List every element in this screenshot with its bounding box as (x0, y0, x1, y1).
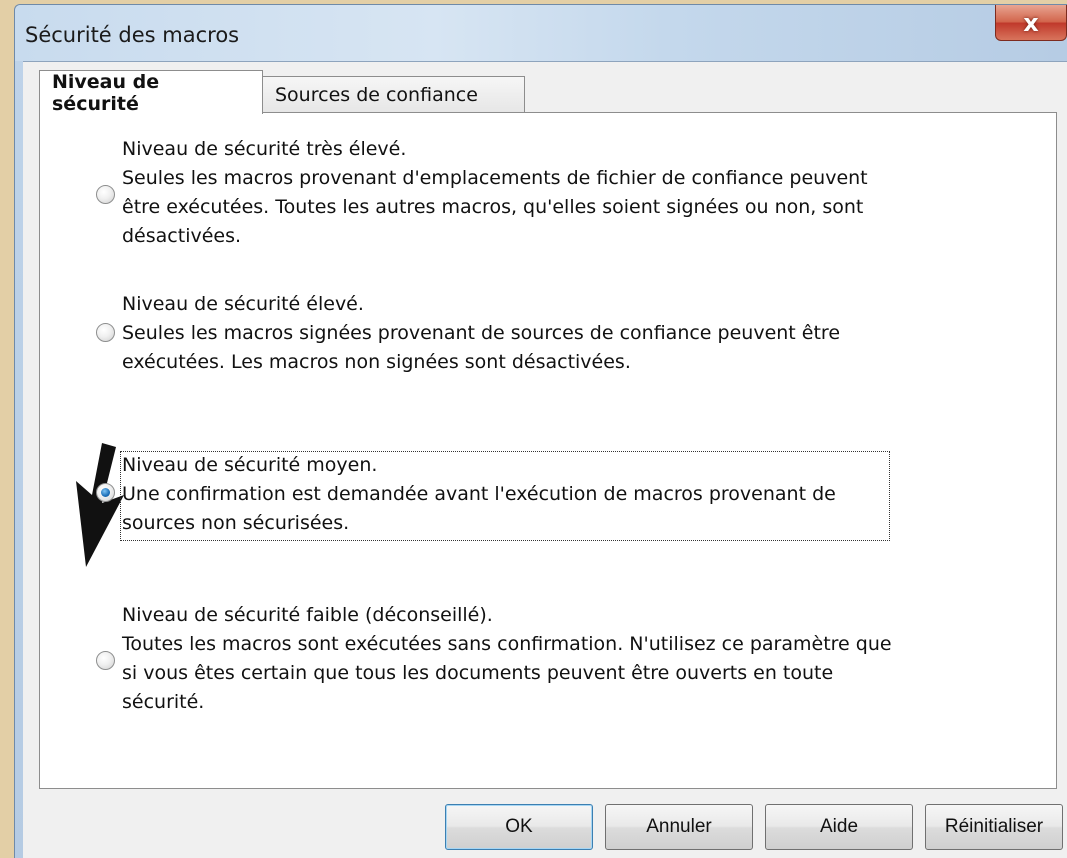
option-high-title: Niveau de sécurité élevé. (122, 293, 364, 315)
title-bar[interactable]: Sécurité des macros x (15, 5, 1067, 61)
tab-security-level[interactable]: Niveau de sécurité (39, 70, 263, 115)
close-icon: x (1023, 8, 1039, 37)
option-very-high-title: Niveau de sécurité très élevé. (122, 138, 407, 160)
radio-very-high[interactable] (96, 185, 115, 204)
option-medium-label: Niveau de sécurité moyen. Une confirmati… (122, 451, 952, 538)
option-high-desc-1: Seules les macros signées provenant de s… (122, 322, 841, 344)
macro-security-dialog: Sécurité des macros x Niveau de sécurité… (14, 4, 1067, 858)
option-very-high-label: Niveau de sécurité très élevé. Seules le… (122, 135, 952, 251)
option-high-desc-2: exécutées. Les macros non signées sont d… (122, 351, 631, 373)
help-button[interactable]: Aide (765, 804, 913, 850)
option-low-label: Niveau de sécurité faible (déconseillé).… (122, 601, 952, 717)
option-very-high-desc-1: Seules les macros provenant d'emplacemen… (122, 167, 868, 189)
cancel-button[interactable]: Annuler (605, 804, 753, 850)
option-low-desc-3: sécurité. (122, 691, 205, 713)
option-medium-title: Niveau de sécurité moyen. (122, 454, 378, 476)
radio-high[interactable] (96, 323, 115, 342)
close-button[interactable]: x (995, 5, 1067, 41)
ok-button[interactable]: OK (445, 804, 593, 850)
radio-low[interactable] (96, 651, 115, 670)
tab-trusted-sources[interactable]: Sources de confiance (262, 76, 525, 113)
window-title: Sécurité des macros (25, 23, 240, 47)
option-low-title: Niveau de sécurité faible (déconseillé). (122, 604, 493, 626)
option-low-desc-1: Toutes les macros sont exécutées sans co… (122, 633, 892, 655)
option-high-label: Niveau de sécurité élevé. Seules les mac… (122, 290, 952, 377)
option-low-desc-2: si vous êtes certain que tous les docume… (122, 662, 834, 684)
dialog-client-area: Niveau de sécurité Sources de confiance … (23, 61, 1067, 858)
option-medium-desc-1: Une confirmation est demandée avant l'ex… (122, 483, 836, 505)
radio-medium[interactable] (96, 483, 115, 502)
option-medium-desc-2: sources non sécurisées. (122, 512, 350, 534)
security-level-panel: Niveau de sécurité très élevé. Seules le… (39, 112, 1057, 789)
reset-button[interactable]: Réinitialiser (925, 804, 1063, 850)
option-very-high-desc-3: désactivées. (122, 225, 242, 247)
option-very-high-desc-2: être exécutées. Toutes les autres macros… (122, 196, 864, 218)
